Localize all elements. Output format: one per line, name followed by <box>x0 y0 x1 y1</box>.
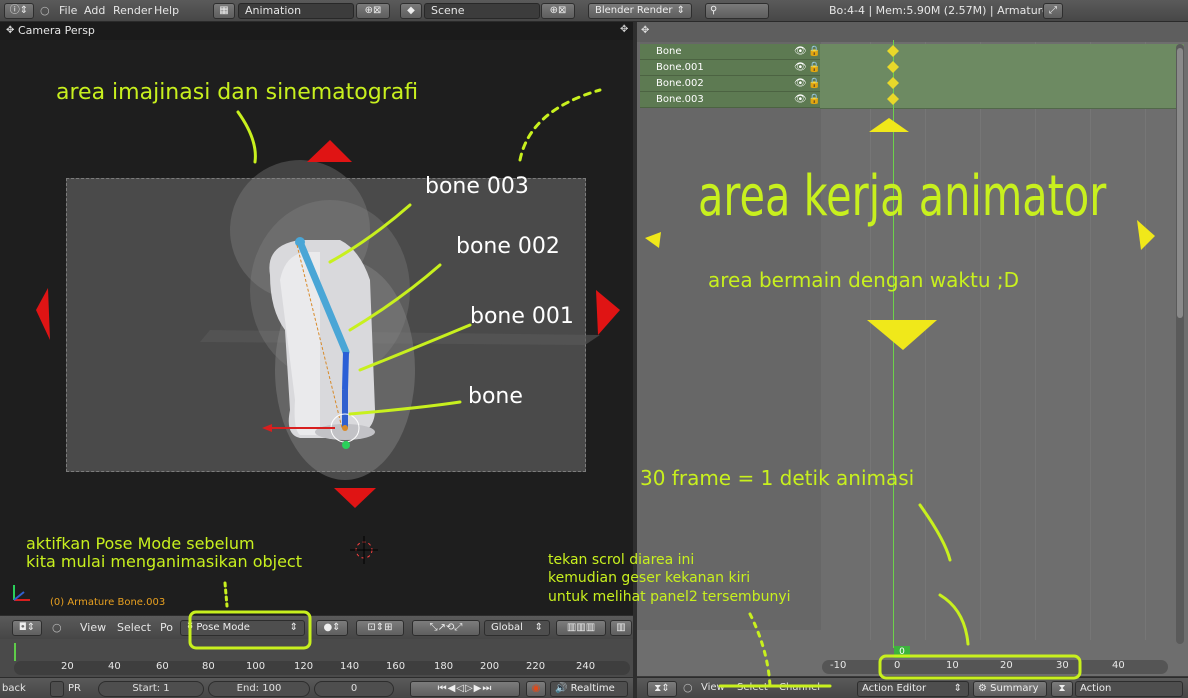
pointer-stroke <box>348 263 442 332</box>
arrow-stroke <box>236 110 257 164</box>
dotted-stroke <box>748 612 772 688</box>
pose-mode-highlight <box>188 610 312 650</box>
annotation-strokes <box>188 88 1082 688</box>
pointer-stroke <box>358 323 472 372</box>
ruler-highlight <box>878 654 1082 680</box>
pointer-stroke <box>328 203 412 264</box>
arrow-stroke <box>938 593 970 646</box>
arrow-stroke <box>518 88 602 162</box>
dotted-stroke <box>223 581 229 608</box>
arrow-stroke <box>918 503 952 562</box>
pointer-stroke <box>348 400 462 416</box>
